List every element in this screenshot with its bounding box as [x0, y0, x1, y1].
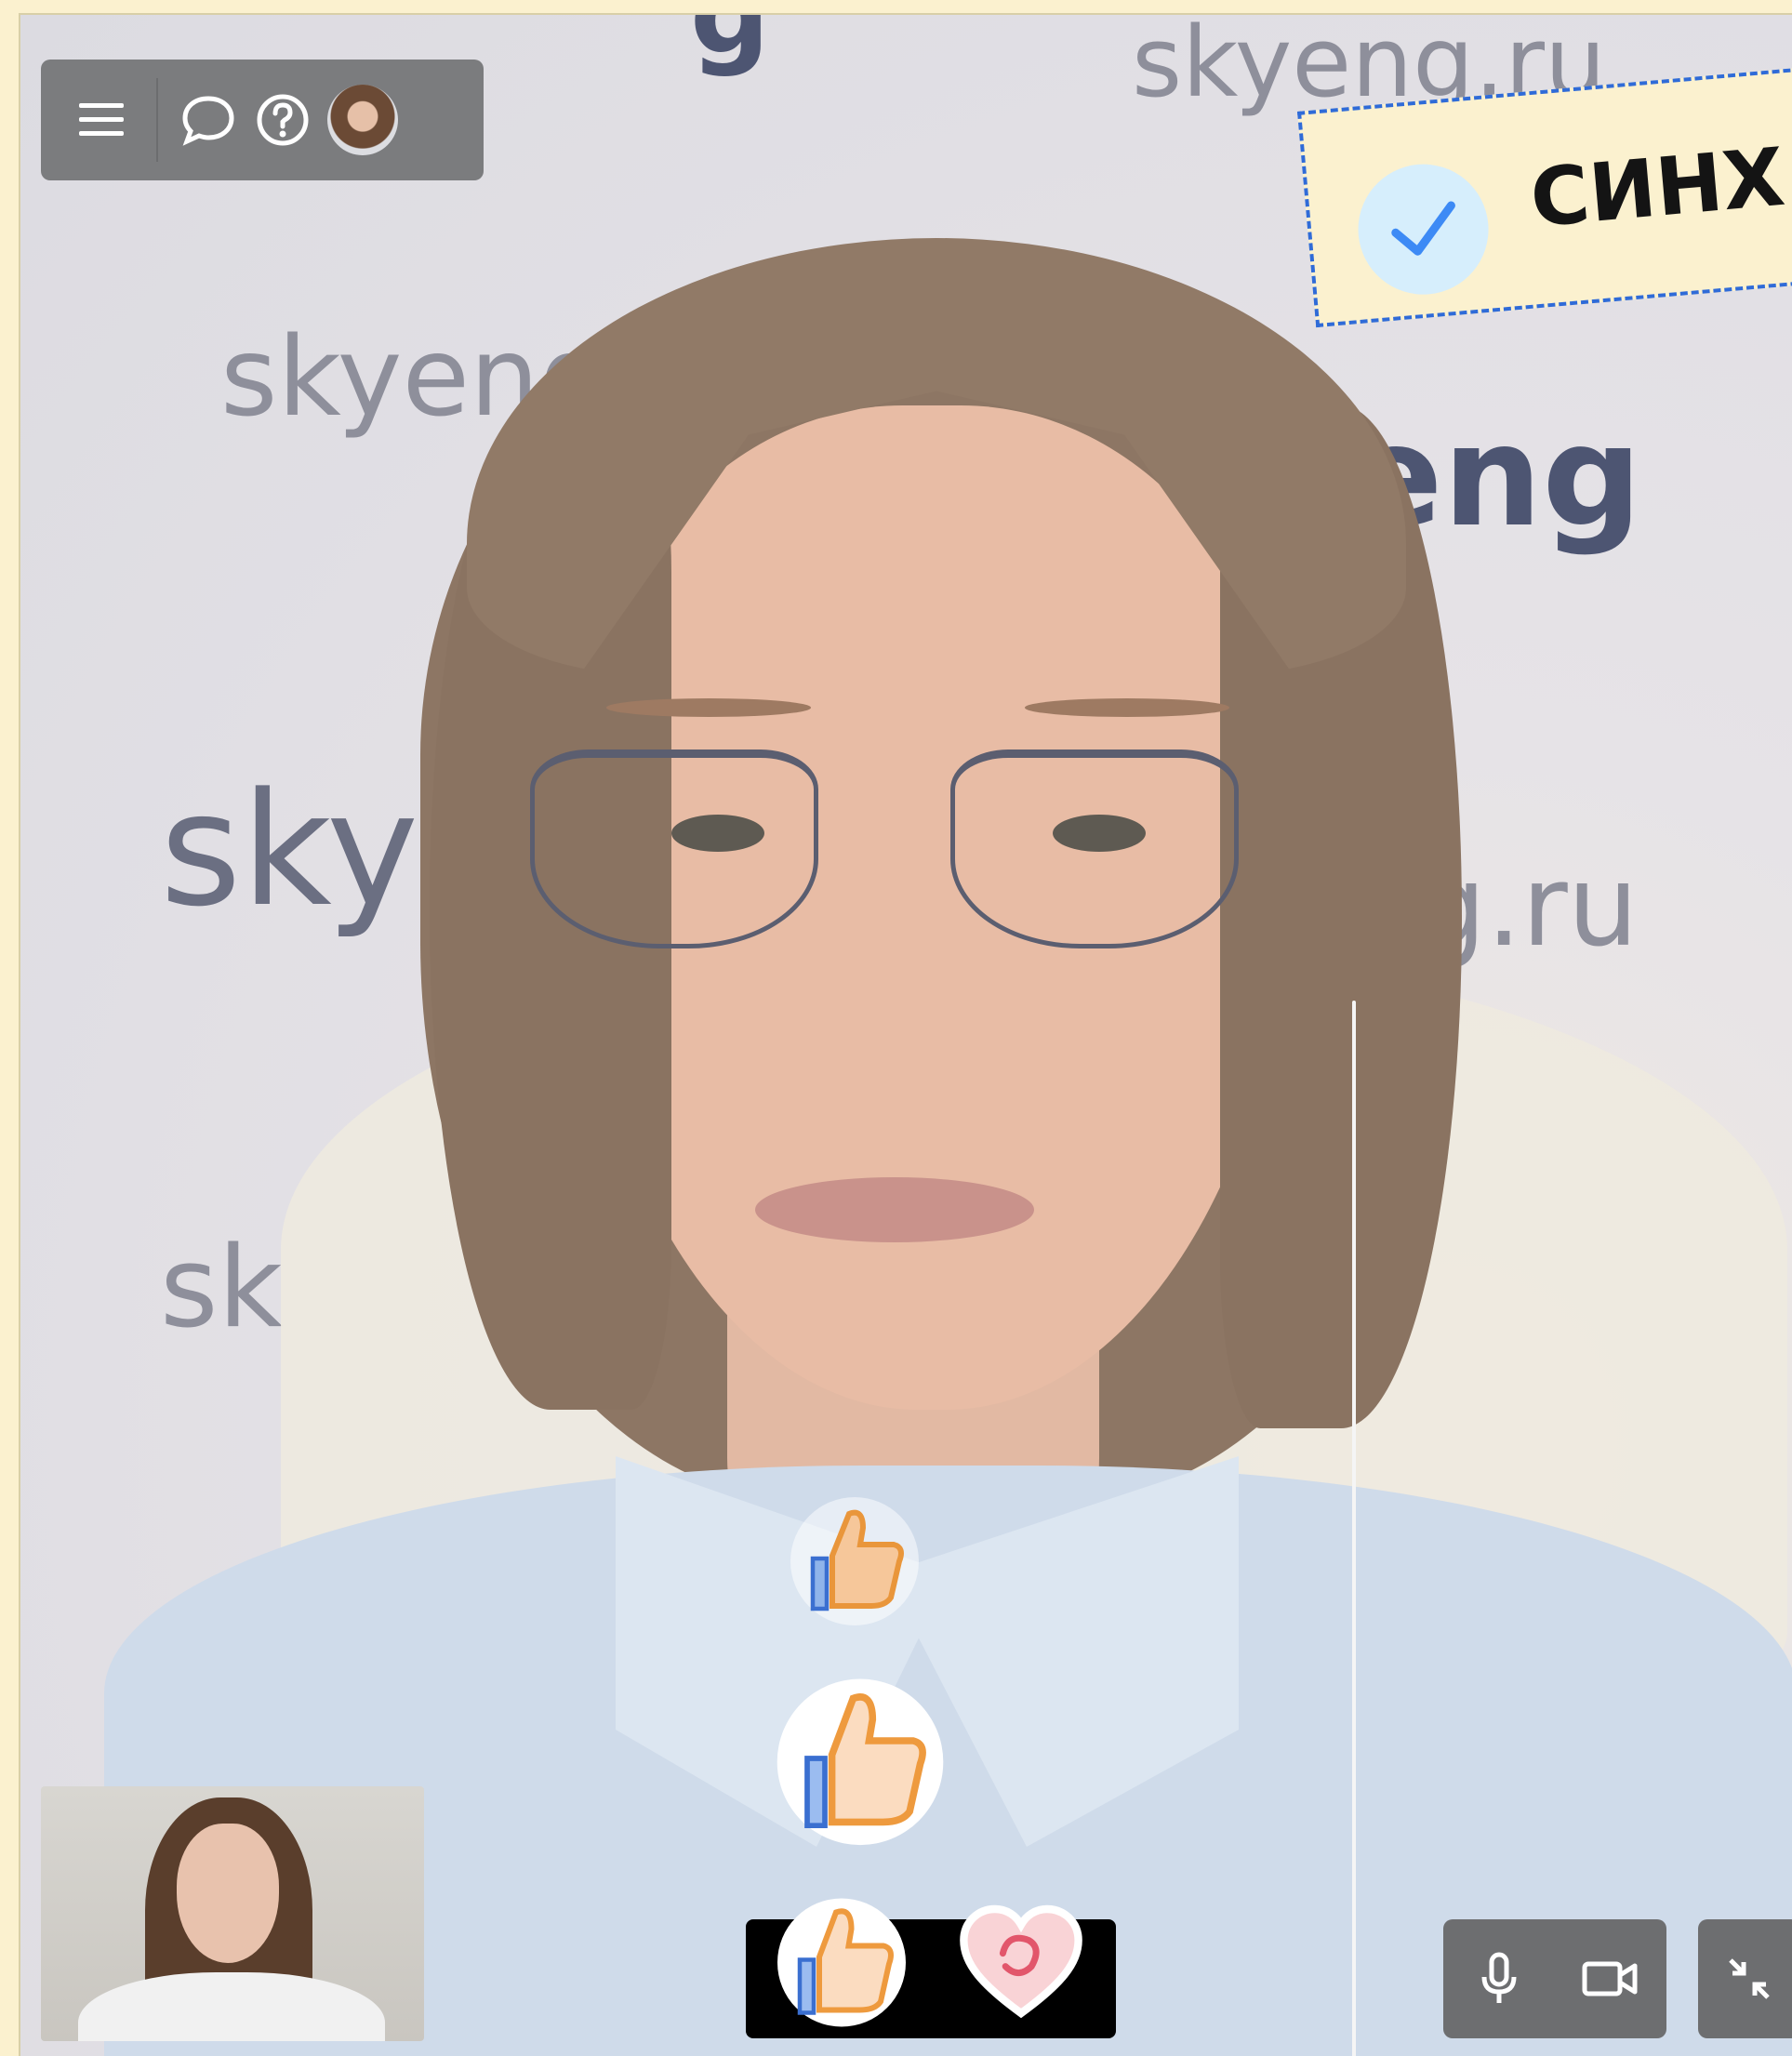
- media-controls: [1443, 1919, 1666, 2038]
- call-toolbar: [41, 60, 484, 180]
- brand-text: sk: [160, 1224, 284, 1353]
- glasses-lens-left: [530, 749, 818, 948]
- thumbs-up-icon[interactable]: [772, 1884, 911, 2033]
- self-view-face: [177, 1824, 279, 1963]
- avatar[interactable]: [327, 85, 398, 155]
- glasses-lens-right: [950, 749, 1239, 948]
- lips: [755, 1177, 1034, 1242]
- thumbs-up-icon: [772, 1670, 949, 1847]
- microphone-icon[interactable]: [1457, 1937, 1541, 2021]
- reactions-bar: [746, 1898, 1116, 2038]
- thumbs-up-icon: [785, 1489, 924, 1628]
- check-icon: [1352, 158, 1494, 300]
- brand-text: g: [690, 13, 770, 79]
- heart-icon[interactable]: [956, 1901, 1086, 2022]
- self-view-shirt: [78, 1972, 385, 2041]
- self-view-video[interactable]: [41, 1786, 424, 2041]
- toolbar-divider: [156, 78, 158, 162]
- help-icon[interactable]: [246, 78, 320, 162]
- brand-text: sky: [160, 759, 419, 941]
- video-call-frame: skyeng.ru g skyeng yeng sky g.ru sk: [19, 13, 1792, 2056]
- menu-icon[interactable]: [60, 78, 143, 162]
- camera-icon[interactable]: [1569, 1937, 1653, 2021]
- chat-icon[interactable]: [171, 78, 246, 162]
- banner-text: СИНХ: [1526, 130, 1788, 246]
- eyebrow-right: [1025, 698, 1229, 717]
- shrink-icon[interactable]: [1698, 1919, 1792, 2038]
- eyebrow-left: [606, 698, 811, 717]
- sync-banner: СИНХ: [1297, 65, 1792, 328]
- earphone-cable: [1352, 1001, 1356, 2056]
